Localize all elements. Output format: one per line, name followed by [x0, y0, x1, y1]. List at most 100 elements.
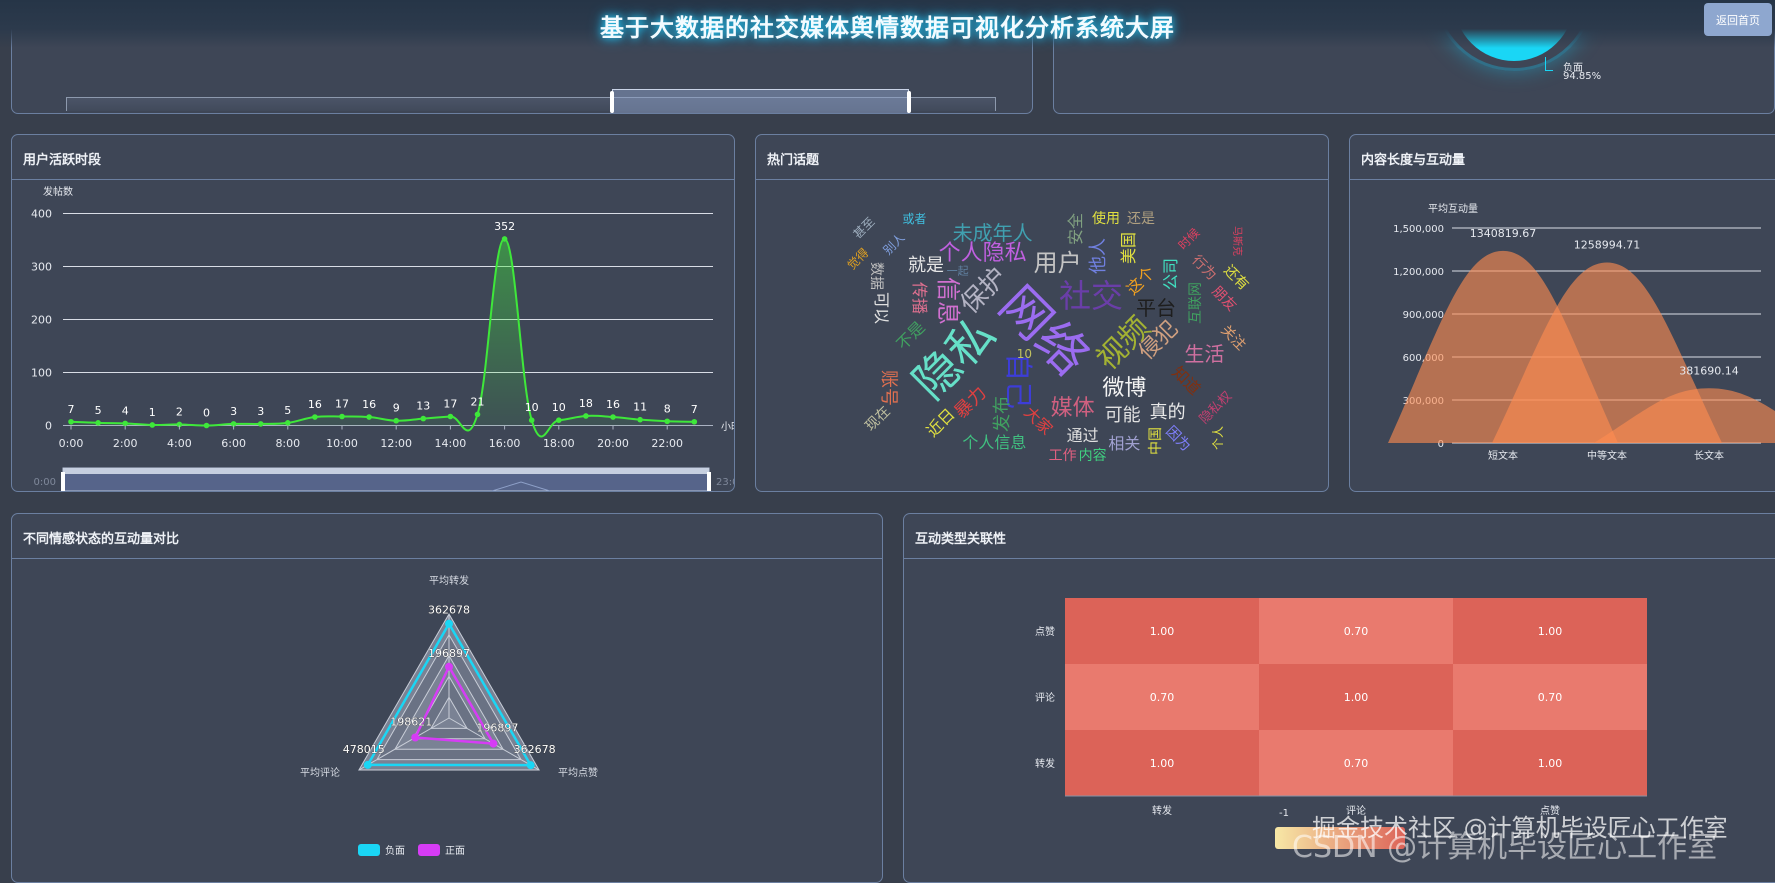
data-label: 7 [68, 403, 75, 416]
x-tick-label: 16:00 [489, 437, 521, 450]
data-point [474, 411, 481, 418]
word-cloud-item[interactable]: 信息 [934, 277, 962, 325]
x-tick-label: 短文本 [1488, 449, 1518, 462]
word-cloud-item[interactable]: 平台 [1136, 298, 1176, 318]
heatmap-cell-label: 1.00 [1150, 625, 1175, 638]
x-tick-label: 10:00 [326, 437, 358, 450]
word-cloud-item[interactable]: 个人隐私 [939, 243, 1027, 265]
heatmap-cell-label: 1.00 [1344, 691, 1369, 704]
data-point [610, 414, 616, 420]
word-cloud-item[interactable]: 工作 [1049, 449, 1077, 463]
header-bar: 基于大数据的社交媒体舆情数据可视化分析系统大屏 [0, 0, 1775, 48]
data-label: 10 [552, 401, 566, 414]
word-cloud-item[interactable]: 这个 [1123, 263, 1159, 299]
datazoom-window[interactable] [612, 89, 909, 113]
word-cloud-item[interactable]: 可能 [1105, 407, 1141, 425]
word-cloud-item[interactable]: 微博 [1102, 378, 1146, 400]
legend-swatch [418, 844, 440, 856]
word-cloud-item[interactable]: 使用 [1092, 212, 1120, 226]
data-label: 7 [691, 403, 698, 416]
data-label: 13 [416, 400, 430, 413]
data-label: 2 [176, 405, 183, 418]
word-cloud-item[interactable]: 互联网 [1188, 282, 1204, 324]
heatmap-cell-label: 0.70 [1150, 691, 1175, 704]
y-tick-label: 评论 [1035, 691, 1055, 704]
visual-map-min-label: -1 [1279, 808, 1289, 819]
y-tick-label: 300 [31, 261, 52, 274]
sentiment-radar-chart: 平均转发平均点赞 平均评论 362678 362678 478015 负面 196897 19… [300, 574, 598, 857]
watermark-csdn: CSDN @计算机毕设匠心工作室 [1292, 830, 1718, 865]
page-title: 基于大数据的社交媒体舆情数据可视化分析系统大屏 [600, 14, 1175, 42]
word-cloud-item[interactable]: 用户 [1034, 251, 1082, 275]
word-cloud-item[interactable]: 公司 [1161, 258, 1180, 290]
data-label: 3 [257, 405, 264, 418]
word-cloud-item[interactable]: 传播 [910, 282, 929, 314]
word-cloud-item[interactable]: 还有 [1220, 262, 1251, 293]
datazoom-handle-left[interactable] [61, 472, 65, 491]
datazoom-start-label: 0:00 [34, 477, 56, 488]
datazoom-bar[interactable] [63, 468, 709, 474]
word-cloud-item[interactable]: 数据 [868, 262, 884, 290]
line-area-fill [71, 238, 695, 437]
heatmap-cell-label: 0.70 [1344, 625, 1369, 638]
word-cloud-item[interactable]: 美国 [1119, 232, 1138, 264]
x-tick-label: 14:00 [435, 437, 467, 450]
data-label: 8 [664, 402, 671, 415]
datazoom-handle-left[interactable] [610, 91, 614, 113]
content-area-chart: 平均互动量0300,000600,000900,0001,200,0001,50… [1388, 203, 1775, 462]
datazoom-handle-right[interactable] [707, 472, 711, 491]
data-point [285, 420, 291, 426]
word-cloud-item[interactable]: 不是 [893, 318, 929, 354]
data-point [583, 413, 589, 419]
word-cloud-item[interactable]: 或者 [902, 213, 926, 225]
word-cloud-item[interactable]: 一起 [947, 266, 969, 277]
word-cloud-item[interactable]: 知道 [1168, 363, 1204, 399]
word-cloud-item[interactable]: 内容 [1079, 449, 1107, 463]
word-cloud-item[interactable]: 相关 [1108, 436, 1140, 452]
word-cloud-item[interactable]: 还是 [1127, 212, 1155, 226]
word-cloud-item[interactable]: 现在 [862, 404, 893, 435]
word-cloud-item[interactable]: 行为 [1189, 252, 1220, 283]
word-cloud-item[interactable]: 他人 [1088, 238, 1109, 274]
word-cloud-item[interactable]: 就是 [908, 257, 944, 275]
word-cloud-item[interactable]: 媒体 [1051, 398, 1095, 420]
data-point [393, 417, 400, 424]
word-cloud-item[interactable]: 生活 [1184, 344, 1224, 364]
word-cloud-item[interactable]: 通过 [1067, 428, 1099, 444]
radar-point [411, 733, 420, 742]
x-tick-label: 22:00 [651, 437, 683, 450]
word-cloud-item[interactable]: 马斯克 [1231, 226, 1242, 256]
data-point [664, 418, 670, 425]
y-tick-label: 900,000 [1403, 310, 1444, 321]
word-cloud-item[interactable]: 觉得 [844, 246, 871, 273]
radar-indicator-label: 平均评论 [300, 766, 340, 779]
word-cloud-item[interactable]: 账号 [878, 370, 899, 406]
y-tick-label: 1,200,000 [1393, 267, 1444, 278]
word-cloud-item[interactable]: 安全 [1066, 213, 1085, 245]
word-cloud-item[interactable]: 发布 [992, 396, 1013, 432]
data-label: 1 [149, 406, 156, 419]
word-cloud-item[interactable]: 因为 [1162, 424, 1193, 455]
word-cloud-item[interactable]: 真的 [1150, 403, 1186, 422]
datazoom-handle-right[interactable] [907, 91, 911, 113]
word-cloud-item[interactable]: 个人 [1211, 426, 1225, 450]
y-tick-label: 400 [31, 208, 52, 221]
word-cloud-item[interactable]: 隐私权 [1197, 389, 1235, 427]
back-home-button[interactable]: 返回首页 [1704, 3, 1772, 36]
word-cloud-item[interactable]: 社交 [1059, 280, 1123, 312]
word-cloud-item[interactable]: 可以 [872, 292, 891, 324]
data-label: 21 [471, 395, 485, 408]
radar-value-label: 362678 [428, 604, 470, 617]
word-cloud-item[interactable]: 中国 [1148, 427, 1164, 455]
radar-point [445, 662, 453, 671]
data-point [637, 416, 643, 423]
word-cloud-item[interactable]: 别人 [881, 231, 908, 258]
word-cloud-item[interactable]: 甚至 [851, 214, 878, 241]
activity-line-chart: 发帖数 0 100 200 300 400 7 5 4 1 2 0 3 3 5 16 17 16 9 13 17 21 35… [31, 185, 734, 491]
word-cloud-item[interactable]: 10 [1017, 348, 1032, 360]
word-cloud-item[interactable]: 个人信息 [962, 434, 1026, 451]
heatmap-cell-label: 0.70 [1538, 691, 1563, 704]
word-cloud-item[interactable]: 时候 [1176, 226, 1203, 253]
data-point [95, 420, 101, 426]
word-cloud-item[interactable]: 未成年人 [953, 223, 1033, 243]
